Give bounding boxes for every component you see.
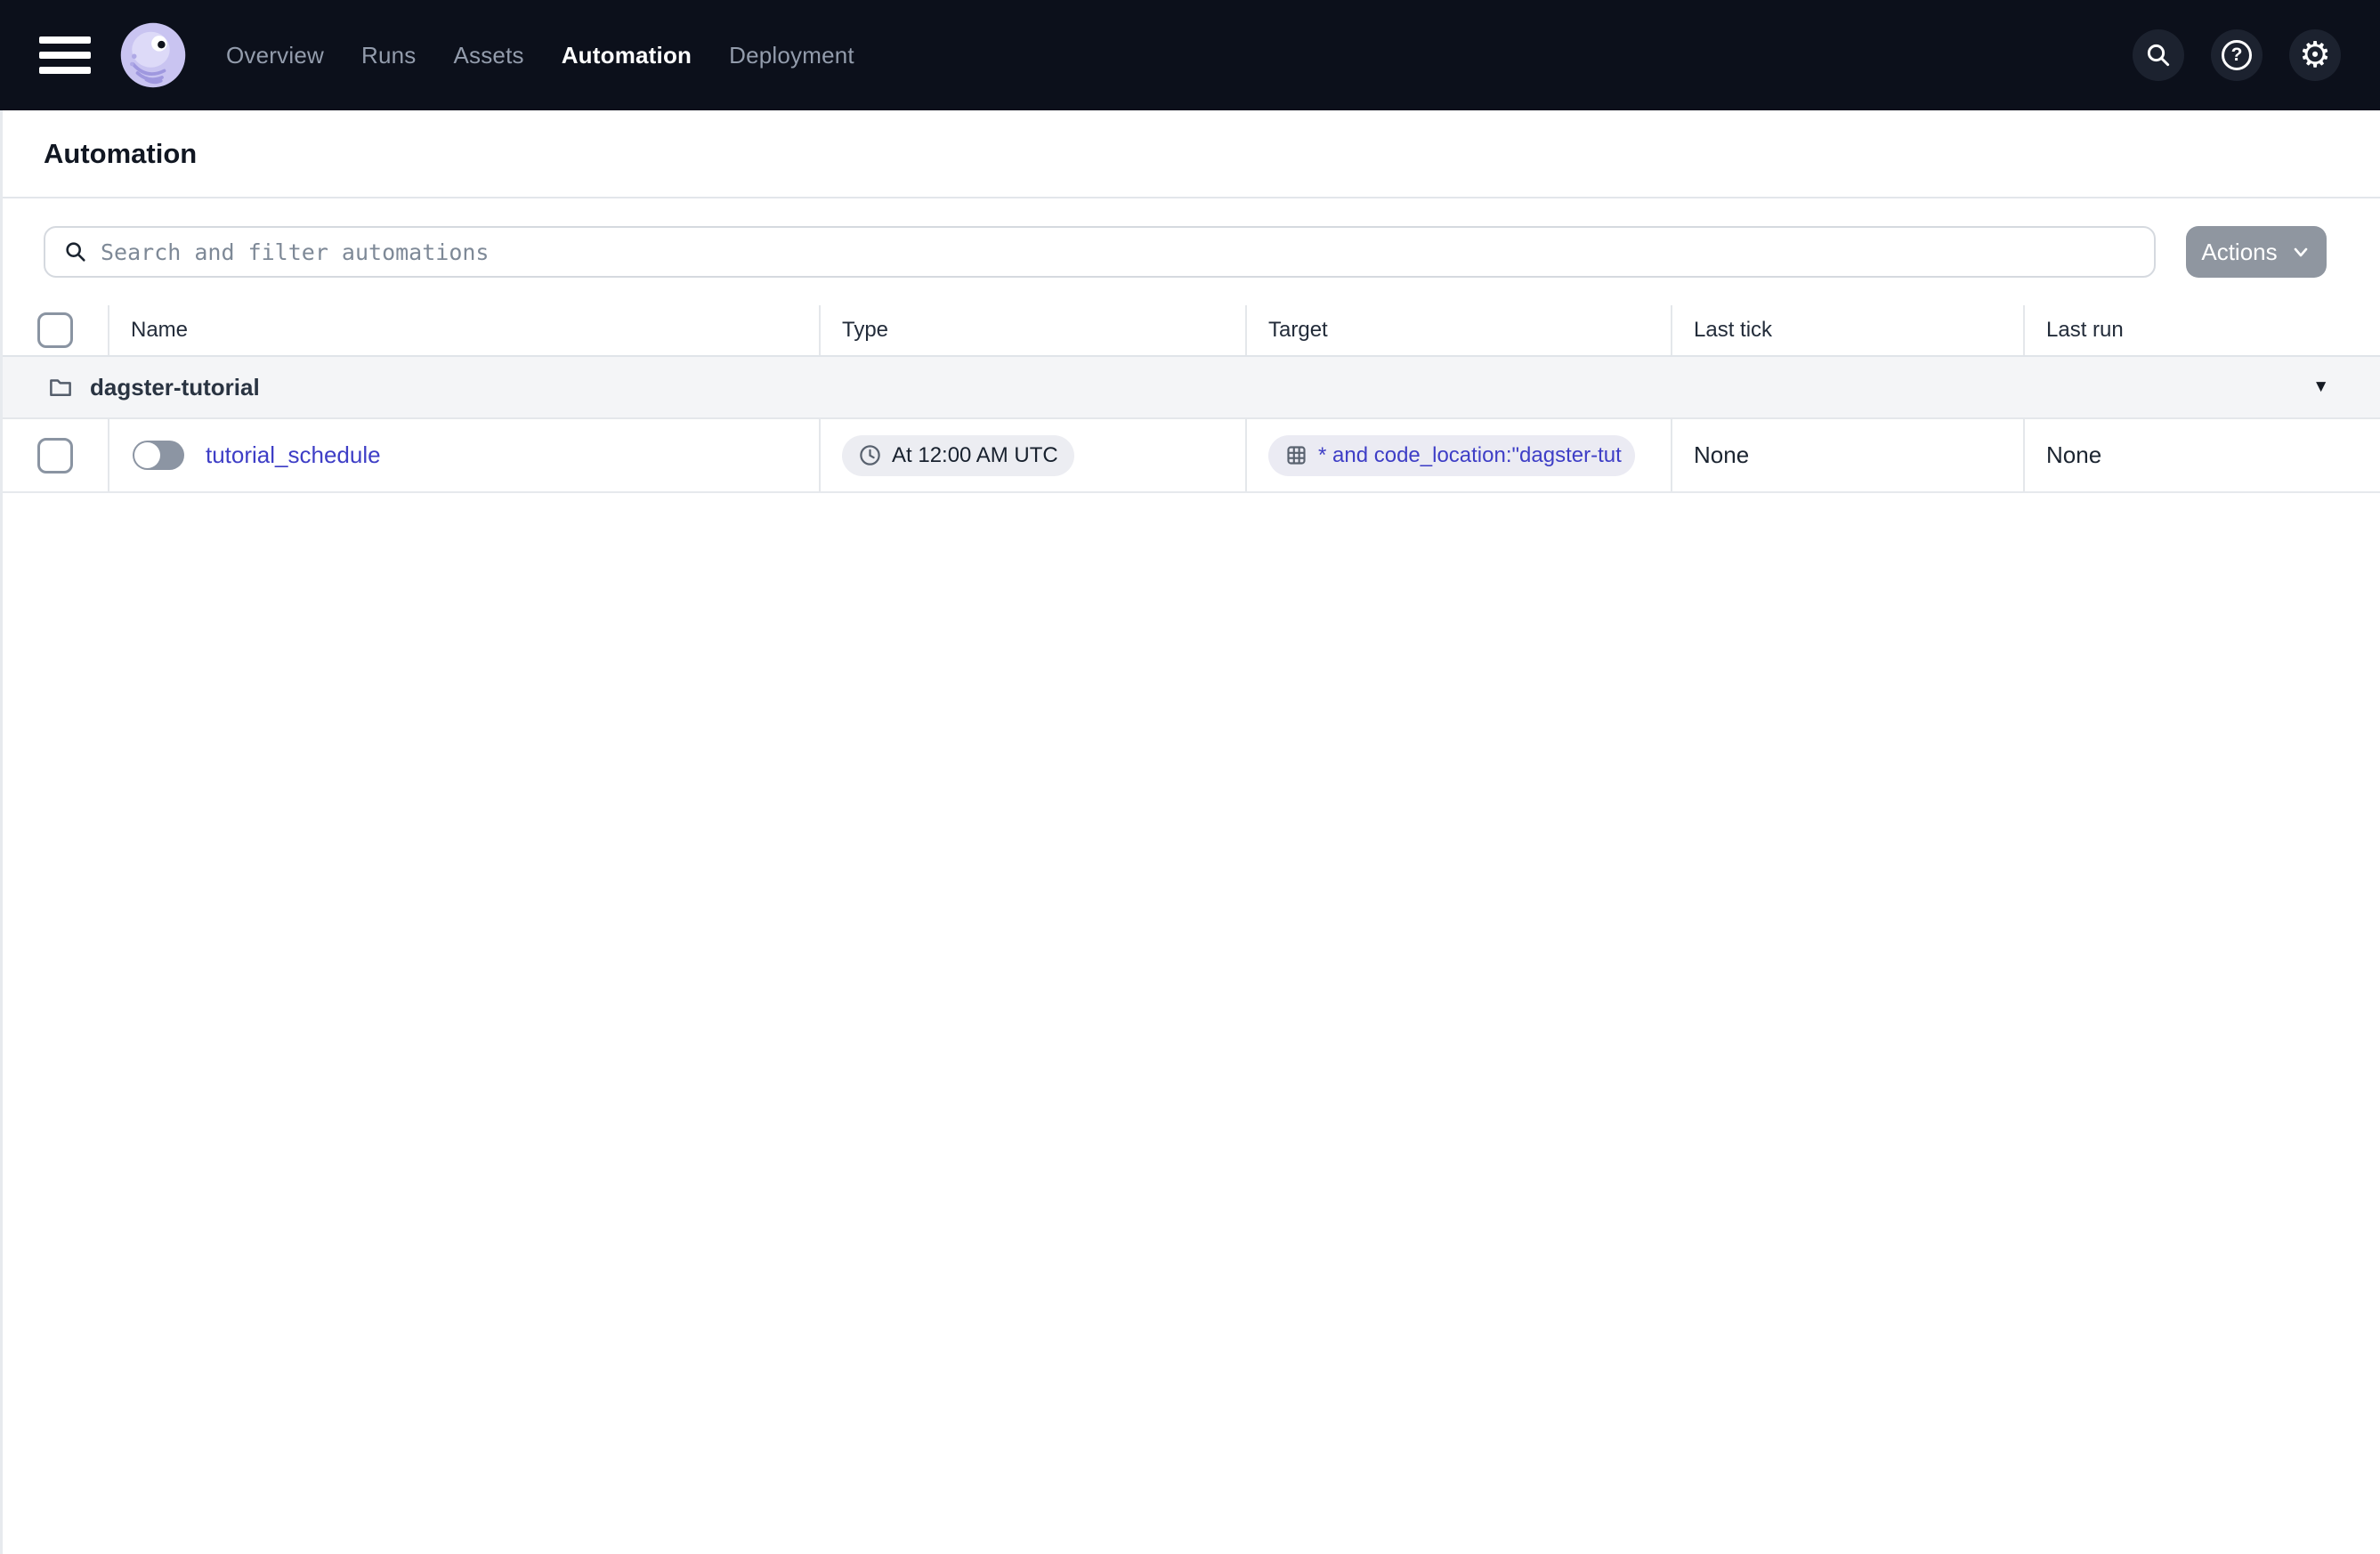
nav-item-overview[interactable]: Overview bbox=[226, 42, 324, 69]
filter-toolbar: Actions bbox=[3, 198, 2380, 305]
type-cell: At 12:00 AM UTC bbox=[821, 419, 1247, 491]
column-header-target: Target bbox=[1247, 305, 1672, 355]
column-header-name: Name bbox=[109, 305, 821, 355]
last-tick-cell: None bbox=[1672, 419, 2025, 491]
search-filter-box[interactable] bbox=[44, 226, 2156, 278]
clock-icon bbox=[858, 443, 882, 467]
actions-button[interactable]: Actions bbox=[2186, 226, 2327, 278]
group-collapse-caret-icon[interactable]: ▼ bbox=[2312, 377, 2329, 397]
page-header: Automation bbox=[3, 110, 2380, 198]
app-window: Overview Runs Assets Automation Deployme… bbox=[0, 0, 2380, 1554]
group-name: dagster-tutorial bbox=[90, 373, 260, 401]
nav-item-deployment[interactable]: Deployment bbox=[729, 42, 854, 69]
search-icon bbox=[66, 242, 85, 262]
target-selection-label: * and code_location:"dagster-tut bbox=[1318, 442, 1622, 467]
asset-selection-icon bbox=[1284, 443, 1308, 467]
settings-gear-icon: ⚙ bbox=[2299, 36, 2331, 75]
header-checkbox-cell bbox=[3, 305, 109, 355]
column-header-last-run: Last run bbox=[2046, 318, 2124, 342]
column-header-type: Type bbox=[821, 305, 1247, 355]
row-checkbox[interactable] bbox=[37, 437, 73, 473]
page-title: Automation bbox=[44, 137, 198, 169]
help-button[interactable]: ? bbox=[2211, 29, 2263, 81]
nav-item-automation[interactable]: Automation bbox=[562, 42, 692, 69]
search-button[interactable] bbox=[2133, 29, 2184, 81]
schedule-type-label: At 12:00 AM UTC bbox=[892, 442, 1058, 467]
row-checkbox-cell bbox=[3, 419, 109, 491]
target-cell: * and code_location:"dagster-tut bbox=[1247, 419, 1672, 491]
column-header-last-tick: Last tick bbox=[1672, 305, 2025, 355]
table-header-row: Name Type Target Last tick Last run bbox=[3, 305, 2380, 357]
top-navbar: Overview Runs Assets Automation Deployme… bbox=[0, 0, 2380, 110]
folder-icon bbox=[50, 379, 71, 396]
schedule-type-badge: At 12:00 AM UTC bbox=[842, 434, 1074, 476]
empty-table-area bbox=[3, 493, 2380, 1554]
help-icon: ? bbox=[2222, 40, 2252, 70]
last-tick-value: None bbox=[1694, 441, 1750, 468]
settings-button[interactable]: ⚙ bbox=[2289, 29, 2341, 81]
primary-navigation: Overview Runs Assets Automation Deployme… bbox=[226, 42, 854, 69]
nav-item-runs[interactable]: Runs bbox=[361, 42, 417, 69]
dagster-logo[interactable] bbox=[117, 20, 189, 91]
target-selection-badge[interactable]: * and code_location:"dagster-tut bbox=[1268, 434, 1635, 476]
name-cell: tutorial_schedule bbox=[109, 419, 821, 491]
actions-button-label: Actions bbox=[2201, 238, 2278, 265]
last-run-value: None bbox=[2046, 441, 2102, 468]
automation-row-tutorial-schedule: tutorial_schedule At 12:00 AM UTC * and … bbox=[3, 419, 2380, 493]
schedule-enabled-toggle[interactable] bbox=[133, 441, 184, 470]
nav-item-assets[interactable]: Assets bbox=[453, 42, 523, 69]
navbar-actions: ? ⚙ bbox=[2133, 29, 2341, 81]
automation-name-link[interactable]: tutorial_schedule bbox=[206, 441, 381, 469]
search-input[interactable] bbox=[101, 239, 2136, 265]
toggle-knob bbox=[134, 442, 160, 468]
chevron-down-icon bbox=[2294, 247, 2307, 257]
group-row-dagster-tutorial[interactable]: dagster-tutorial ▼ bbox=[3, 357, 2380, 419]
hamburger-menu-icon[interactable] bbox=[39, 36, 91, 74]
search-icon bbox=[2147, 44, 2170, 67]
select-all-checkbox[interactable] bbox=[37, 312, 73, 348]
last-run-cell: None bbox=[2025, 419, 2380, 491]
main-content: Automation Actions Name bbox=[0, 110, 2380, 1554]
